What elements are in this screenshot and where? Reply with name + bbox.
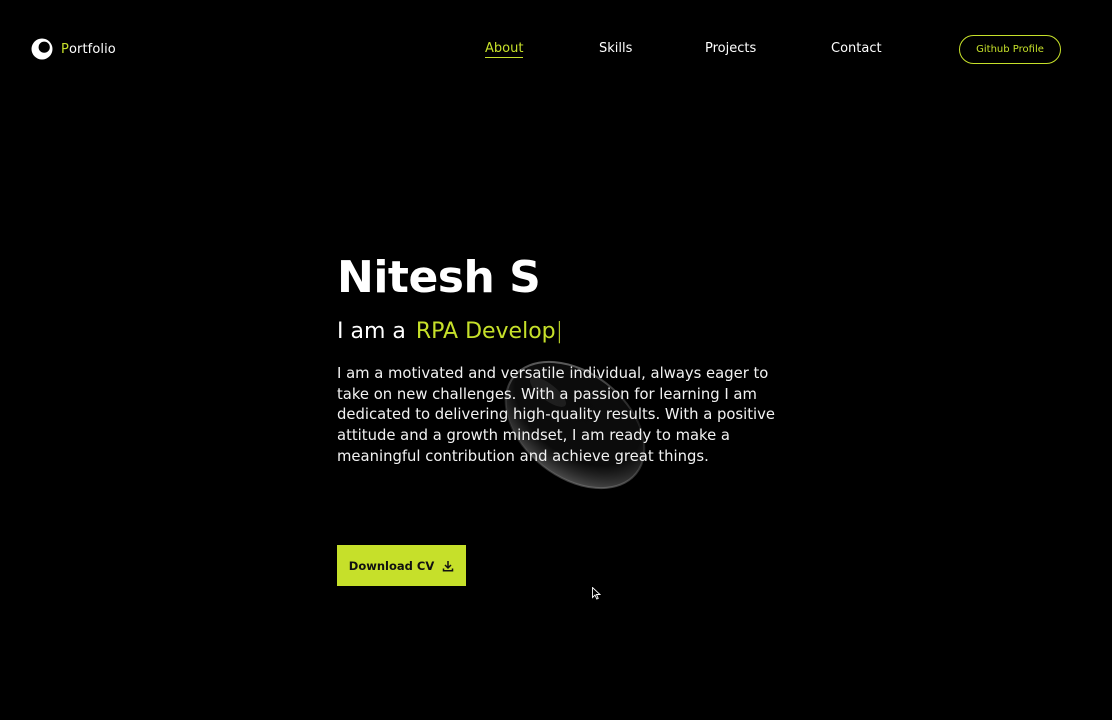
nav-projects[interactable]: Projects (705, 41, 756, 56)
nav-skills[interactable]: Skills (599, 41, 632, 56)
nav-about[interactable]: About (485, 41, 524, 58)
download-cv-label: Download CV (348, 558, 435, 573)
download-cv-button[interactable]: Download CV (337, 545, 466, 586)
role-typed-text: RPA Develop (415, 319, 556, 344)
half-moon-logo-icon (30, 37, 54, 61)
download-icon (442, 560, 454, 572)
portfolio-page: Portfolio About Skills Projects Contact … (0, 0, 1112, 720)
hero-name: Nitesh S (337, 252, 541, 303)
hero-description: I am a motivated and versatile individua… (337, 365, 776, 465)
nav-contact[interactable]: Contact (831, 41, 882, 56)
hero-role: I am a RPA Develop| (337, 319, 563, 344)
logo[interactable]: Portfolio (30, 37, 116, 61)
logo-rest: ortfolio (68, 41, 116, 57)
github-profile-button[interactable]: Github Profile (959, 35, 1061, 64)
logo-text: Portfolio (61, 42, 116, 57)
mouse-pointer-icon (592, 585, 602, 600)
typing-caret: | (555, 319, 564, 344)
role-prefix: I am a (337, 319, 406, 344)
navbar: Portfolio About Skills Projects Contact … (0, 0, 1112, 100)
logo-first-letter: P (61, 41, 69, 57)
